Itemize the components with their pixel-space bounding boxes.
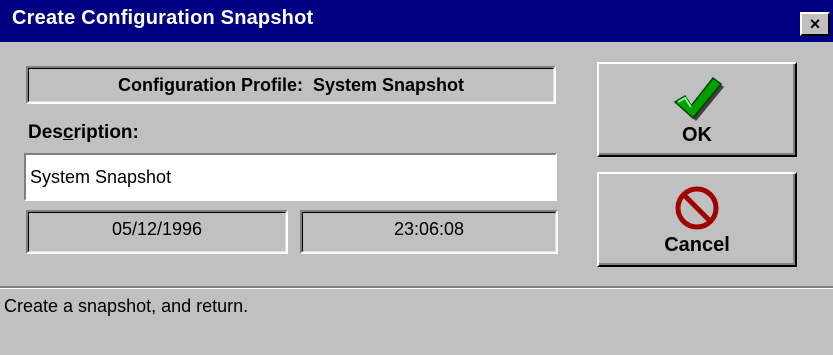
- ok-label: OK: [682, 124, 712, 146]
- description-label: Description:: [28, 122, 139, 143]
- time-display: 23:06:08: [300, 210, 558, 254]
- cancel-label: Cancel: [664, 234, 730, 256]
- ok-button[interactable]: OK: [597, 62, 797, 157]
- no-symbol-icon: [675, 186, 719, 230]
- dialog-window: Create Configuration Snapshot × Configur…: [0, 0, 833, 355]
- title-bar[interactable]: Create Configuration Snapshot ×: [0, 0, 833, 42]
- close-button[interactable]: ×: [800, 12, 830, 36]
- window-title: Create Configuration Snapshot: [12, 7, 314, 29]
- checkmark-icon: [673, 76, 724, 121]
- time-text: 23:06:08: [393, 219, 465, 239]
- date-text: 05/12/1996: [111, 219, 203, 239]
- status-bar: Create a snapshot, and return.: [0, 286, 833, 355]
- close-icon: ×: [809, 14, 821, 34]
- cancel-button[interactable]: Cancel: [597, 172, 797, 267]
- status-text: Create a snapshot, and return.: [4, 296, 249, 316]
- date-display: 05/12/1996: [26, 210, 288, 254]
- description-input[interactable]: [24, 153, 557, 201]
- profile-display: Configuration Profile: System Snapshot: [26, 66, 556, 104]
- profile-text: Configuration Profile: System Snapshot: [117, 75, 465, 95]
